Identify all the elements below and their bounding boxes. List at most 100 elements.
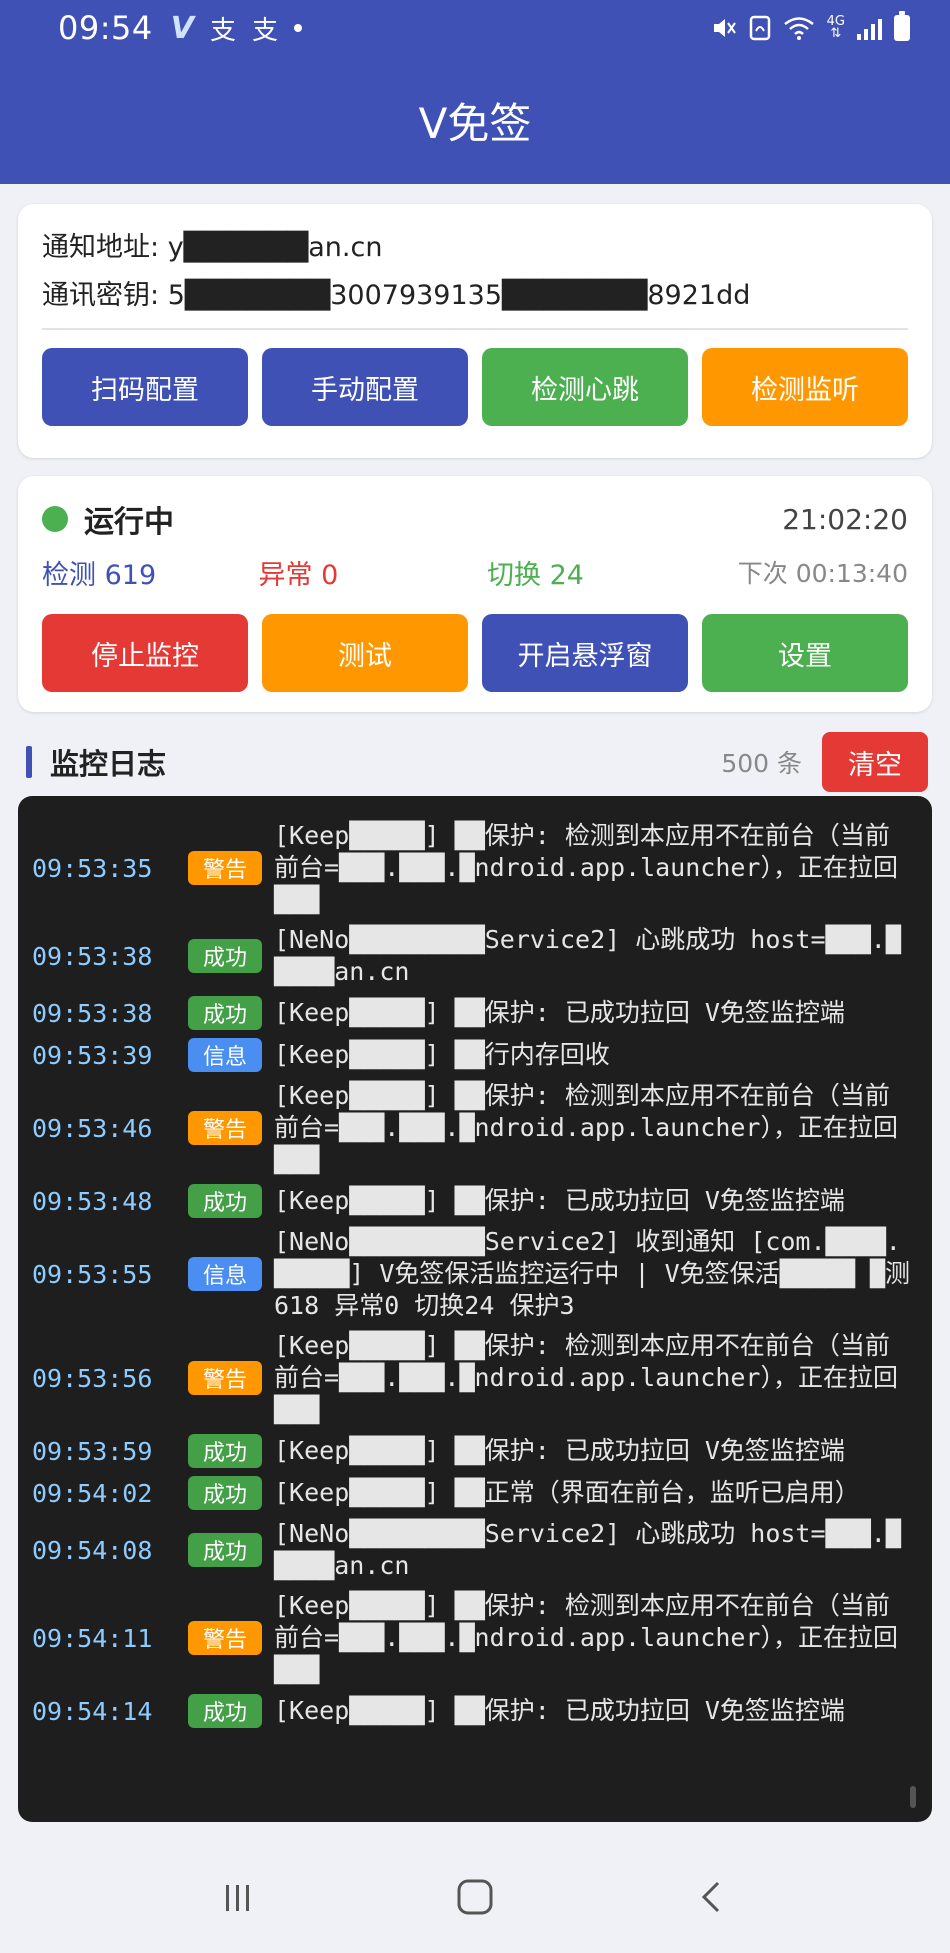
status-bar: 09:54 V 支 支 4G ⇅	[0, 0, 950, 56]
log-time: 09:54:02	[32, 1478, 153, 1508]
run-status-row: 运行中 21:02:20	[42, 494, 908, 544]
log-time: 09:53:59	[32, 1436, 153, 1466]
log-message: [Keep█████] ██正常（界面在前台，监听已启用）	[274, 1478, 860, 1507]
log-message: [Keep█████] ██保护: 已成功拉回 V免签监控端	[274, 998, 845, 1027]
log-level-badge: 成功	[188, 996, 262, 1030]
next-check: 下次 00:13:40	[737, 559, 908, 588]
log-message: [Keep█████] ██保护: 已成功拉回 V免签监控端	[274, 1696, 845, 1725]
log-entry: 09:54:02 成功 [Keep█████] ██正常（界面在前台，监听已启用）	[32, 1476, 912, 1510]
test-button[interactable]: 测试	[262, 614, 468, 692]
secret-key-label: 通讯密钥:	[42, 280, 160, 311]
log-time: 09:53:55	[32, 1259, 153, 1289]
log-header: 监控日志 500 条 清空	[26, 732, 928, 792]
config-button-row: 扫码配置 手动配置 检测心跳 检测监听	[42, 348, 908, 426]
log-list: 09:53:35 警告 [Keep█████] ██保护: 检测到本应用不在前台（当…	[32, 820, 912, 1728]
log-message: [Keep█████] ██行内存回收	[274, 1040, 610, 1069]
log-entry: 09:53:59 成功 [Keep█████] ██保护: 已成功拉回 V免签监控端	[32, 1434, 912, 1468]
network-type: 4G	[826, 14, 845, 29]
alipay-icon: 支	[209, 15, 236, 46]
settings-button[interactable]: 设置	[702, 614, 908, 692]
manual-config-button[interactable]: 手动配置	[262, 348, 468, 426]
log-entry: 09:53:48 成功 [Keep█████] ██保护: 已成功拉回 V免签监控端	[32, 1184, 912, 1218]
log-time: 09:53:48	[32, 1186, 153, 1216]
log-message: [Keep█████] ██保护: 检测到本应用不在前台（当前前台=███.██…	[274, 821, 898, 914]
signal-icon	[857, 16, 882, 40]
log-panel[interactable]: 09:53:35 警告 [Keep█████] ██保护: 检测到本应用不在前台（当…	[18, 796, 932, 1822]
recent-apps-icon	[226, 1884, 250, 1911]
stop-monitor-button[interactable]: 停止监控	[42, 614, 248, 692]
stats-row: 检测 619 异常 0 切换 24 下次 00:13:40	[42, 544, 908, 600]
error-count: 异常 0	[258, 559, 339, 591]
log-level-badge: 成功	[188, 1533, 262, 1567]
log-entry: 09:54:11 警告 [Keep█████] ██保护: 检测到本应用不在前台（当…	[32, 1590, 912, 1686]
run-time: 21:02:20	[782, 502, 908, 536]
back-icon	[701, 1881, 719, 1912]
clear-log-button[interactable]: 清空	[822, 732, 928, 792]
4g-icon: 4G ⇅	[826, 14, 845, 41]
dot-icon	[293, 24, 302, 32]
log-time: 09:53:56	[32, 1363, 153, 1393]
log-message: [Keep█████] ██保护: 检测到本应用不在前台（当前前台=███.██…	[274, 1591, 898, 1684]
log-level-badge: 成功	[188, 1476, 262, 1510]
v-app-icon: V	[170, 10, 194, 46]
alipay-icon: 支	[251, 15, 278, 46]
log-level-badge: 警告	[188, 1111, 262, 1145]
battery-icon	[894, 11, 910, 41]
wifi-icon	[783, 17, 814, 40]
log-entry: 09:53:46 警告 [Keep█████] ██保护: 检测到本应用不在前台（当…	[32, 1080, 912, 1176]
secret-key-value: 5███████3007939135███████8921dd	[167, 280, 751, 311]
log-level-badge: 警告	[188, 1621, 262, 1655]
navigation-bar	[0, 1840, 950, 1953]
log-level-badge: 信息	[188, 1257, 262, 1291]
status-card: 运行中 21:02:20 检测 619 异常 0 切换 24 下次 00:13:…	[18, 476, 932, 712]
config-card: 通知地址: y██████an.cn 通讯密钥: 5███████3007939…	[18, 204, 932, 458]
status-button-row: 停止监控 测试 开启悬浮窗 设置	[42, 614, 908, 692]
mute-icon	[713, 19, 736, 37]
switch-count: 切换 24	[487, 559, 584, 591]
section-accent-bar	[26, 746, 32, 778]
back-button[interactable]	[672, 1857, 752, 1937]
log-message: [NeNo█████████Service2] 心跳成功 host=███.██…	[274, 925, 901, 986]
log-time: 09:53:38	[32, 998, 153, 1028]
notify-address-label: 通知地址:	[42, 232, 160, 263]
running-indicator-icon	[42, 506, 68, 532]
log-level-badge: 信息	[188, 1038, 262, 1072]
log-message: [Keep█████] ██保护: 已成功拉回 V免签监控端	[274, 1186, 845, 1215]
log-entry: 09:54:08 成功 [NeNo█████████Service2] 心跳成功 h…	[32, 1518, 912, 1582]
log-time: 09:54:08	[32, 1535, 153, 1565]
run-status-label: 运行中	[84, 505, 174, 540]
log-entry: 09:53:38 成功 [NeNo█████████Service2] 心跳成功 h…	[32, 924, 912, 988]
log-time: 09:53:35	[32, 853, 153, 883]
app-title: V免签	[418, 98, 532, 148]
check-heartbeat-button[interactable]: 检测心跳	[482, 348, 688, 426]
log-level-badge: 成功	[188, 1184, 262, 1218]
log-entry: 09:53:35 警告 [Keep█████] ██保护: 检测到本应用不在前台（当…	[32, 820, 912, 916]
scan-config-button[interactable]: 扫码配置	[42, 348, 248, 426]
log-entry: 09:53:55 信息 [NeNo█████████Service2] 收到通知 […	[32, 1226, 912, 1322]
log-message: [NeNo█████████Service2] 心跳成功 host=███.██…	[274, 1519, 901, 1580]
scrollbar[interactable]	[910, 1786, 916, 1808]
home-button[interactable]	[435, 1857, 515, 1937]
log-time: 09:53:46	[32, 1113, 153, 1143]
recent-apps-button[interactable]	[198, 1857, 278, 1937]
log-level-badge: 警告	[188, 851, 262, 885]
notify-address-value: y██████an.cn	[167, 232, 383, 263]
notify-address-row: 通知地址: y██████an.cn	[42, 224, 908, 272]
log-level-badge: 警告	[188, 1361, 262, 1395]
log-entry: 09:53:56 警告 [Keep█████] ██保护: 检测到本应用不在前台（当…	[32, 1330, 912, 1426]
check-listener-button[interactable]: 检测监听	[702, 348, 908, 426]
log-entry: 09:53:38 成功 [Keep█████] ██保护: 已成功拉回 V免签监控端	[32, 996, 912, 1030]
log-title: 监控日志	[50, 747, 167, 781]
nfc-icon	[749, 15, 770, 41]
log-message: [NeNo█████████Service2] 收到通知 [com.████.█…	[274, 1227, 910, 1320]
log-time: 09:54:11	[32, 1623, 153, 1653]
divider	[42, 328, 908, 330]
system-icons: 4G ⇅	[711, 11, 910, 41]
log-level-badge: 成功	[188, 1694, 262, 1728]
log-level-badge: 成功	[188, 939, 262, 973]
detect-count: 检测 619	[42, 559, 157, 591]
floating-window-button[interactable]: 开启悬浮窗	[482, 614, 688, 692]
log-count: 500 条	[721, 749, 802, 778]
log-message: [Keep█████] ██保护: 已成功拉回 V免签监控端	[274, 1436, 845, 1465]
log-time: 09:53:38	[32, 941, 153, 971]
